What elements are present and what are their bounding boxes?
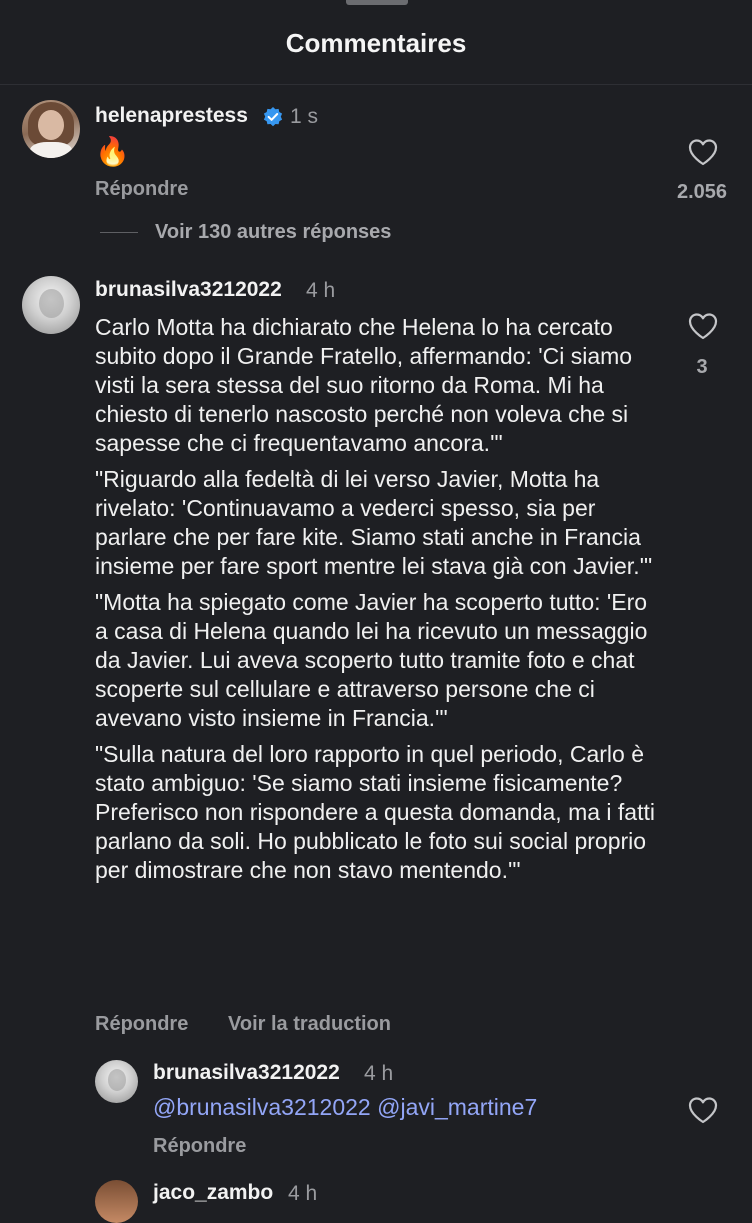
like-count: 3 <box>696 356 708 378</box>
comment-paragraph: "Riguardo alla fedeltà di lei verso Javi… <box>95 466 653 579</box>
comment-username[interactable]: helenaprestess <box>95 104 248 128</box>
heart-icon[interactable] <box>688 1096 718 1124</box>
comment-paragraph: "Motta ha spiegato come Javier ha scoper… <box>95 589 648 731</box>
comment-time: 4 h <box>306 279 336 302</box>
page-title: Commentaires <box>285 28 467 58</box>
avatar[interactable] <box>95 1060 138 1103</box>
header: Commentaires <box>0 0 752 85</box>
reply-button[interactable]: Répondre <box>95 178 188 201</box>
comment-time: 4 h <box>288 1182 318 1205</box>
comment-text: Carlo Motta ha dichiarato che Helena lo … <box>95 313 655 892</box>
heart-icon[interactable] <box>688 138 718 166</box>
comment-paragraph: "Sulla natura del loro rapporto in quel … <box>95 741 655 883</box>
comment-paragraph: Carlo Motta ha dichiarato che Helena lo … <box>95 314 633 456</box>
avatar[interactable] <box>22 100 80 158</box>
avatar[interactable] <box>95 1180 138 1223</box>
reply-button[interactable]: Répondre <box>95 1013 188 1036</box>
divider <box>100 232 138 233</box>
mention-link[interactable]: @brunasilva3212022 @javi_martine7 <box>153 1094 537 1121</box>
see-translation-button[interactable]: Voir la traduction <box>228 1013 391 1036</box>
heart-icon[interactable] <box>688 312 718 340</box>
comment-time: 1 s <box>290 105 319 128</box>
view-replies-button[interactable]: Voir 130 autres réponses <box>155 221 391 244</box>
like-count: 2.056 <box>676 181 728 203</box>
comment-username[interactable]: jaco_zambo <box>153 1181 273 1205</box>
comment-username[interactable]: brunasilva3212022 <box>153 1061 340 1085</box>
comment-username[interactable]: brunasilva3212022 <box>95 278 282 302</box>
reply-button[interactable]: Répondre <box>153 1135 246 1158</box>
avatar[interactable] <box>22 276 80 334</box>
comment-text: 🔥 <box>95 136 130 167</box>
comment-time: 4 h <box>364 1062 394 1085</box>
verified-badge-icon <box>263 107 283 127</box>
